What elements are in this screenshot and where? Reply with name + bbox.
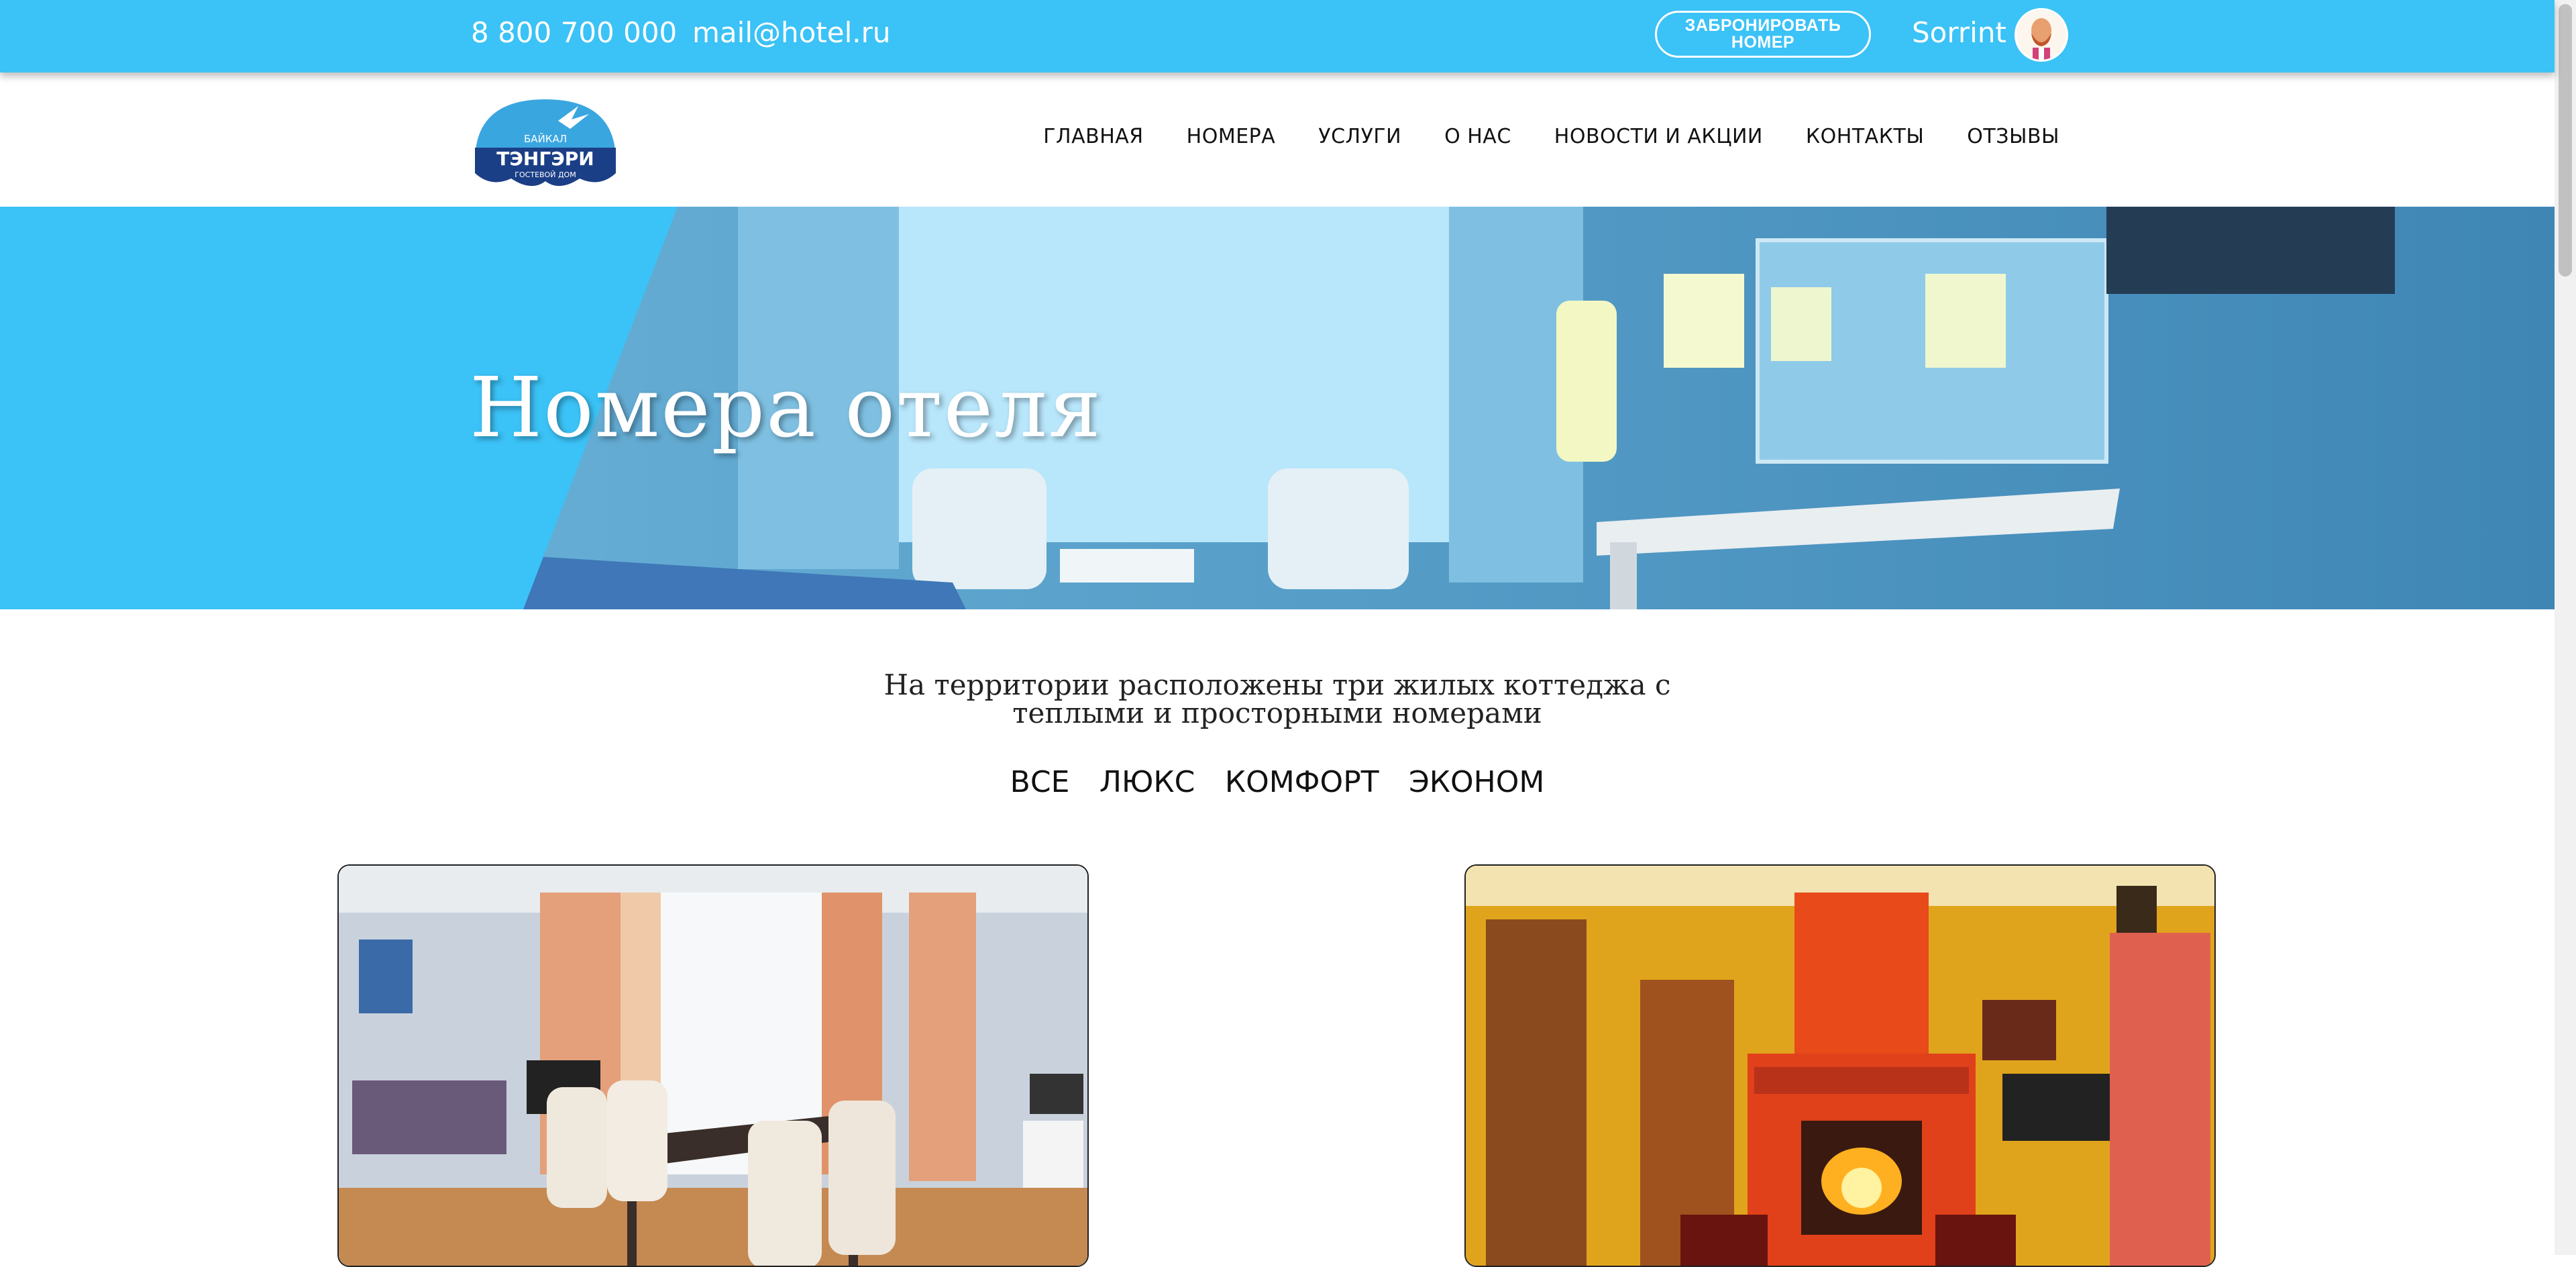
room-card[interactable] xyxy=(337,864,1089,1267)
filter-economy[interactable]: ЭКОНОМ xyxy=(1409,765,1544,799)
nav-item-services[interactable]: УСЛУГИ xyxy=(1318,125,1401,148)
filter-all[interactable]: ВСЕ xyxy=(1010,765,1070,799)
nav-item-rooms[interactable]: НОМЕРА xyxy=(1187,125,1276,148)
filter-comfort[interactable]: КОМФОРТ xyxy=(1225,765,1379,799)
room-photo xyxy=(1466,866,2214,1266)
book-room-button[interactable]: ЗАБРОНИРОВАТЬ НОМЕР xyxy=(1655,11,1871,58)
hero-title: Номера отеля xyxy=(470,360,1102,456)
logo-line3: ГОСТЕВОЙ ДОМ xyxy=(515,170,576,179)
hero-room-image xyxy=(0,207,2555,609)
hotel-logo[interactable]: БАЙКАЛ ТЭНГЭРИ ГОСТЕВОЙ ДОМ xyxy=(471,87,620,195)
logo-line2: ТЭНГЭРИ xyxy=(496,148,594,170)
filter-lux[interactable]: ЛЮКС xyxy=(1099,765,1195,799)
nav-item-reviews[interactable]: ОТЗЫВЫ xyxy=(1967,125,2059,148)
main-navbar: БАЙКАЛ ТЭНГЭРИ ГОСТЕВОЙ ДОМ ГЛАВНАЯ НОМЕ… xyxy=(0,72,2555,207)
room-card[interactable] xyxy=(1464,864,2216,1267)
page-scrollbar[interactable] xyxy=(2555,0,2576,1255)
hero-banner: Номера отеля xyxy=(0,207,2555,609)
nav-item-news[interactable]: НОВОСТИ И АКЦИИ xyxy=(1554,125,1763,148)
phone-link[interactable]: 8 800 700 000 xyxy=(471,16,677,49)
username[interactable]: Sorrint xyxy=(1912,16,2006,49)
top-bar: 8 800 700 000 mail@hotel.ru ЗАБРОНИРОВАТ… xyxy=(0,0,2555,72)
room-photo xyxy=(339,866,1087,1266)
nav-item-about[interactable]: О НАС xyxy=(1444,125,1511,148)
user-avatar-icon xyxy=(2017,10,2066,60)
email-link[interactable]: mail@hotel.ru xyxy=(692,16,891,49)
nav-item-home[interactable]: ГЛАВНАЯ xyxy=(1043,125,1143,148)
nav-item-contacts[interactable]: КОНТАКТЫ xyxy=(1806,125,1924,148)
main-nav: ГЛАВНАЯ НОМЕРА УСЛУГИ О НАС НОВОСТИ И АК… xyxy=(1000,125,2059,148)
intro-text: На территории расположены три жилых котт… xyxy=(883,668,1671,729)
room-filter-tabs: ВСЕ ЛЮКС КОМФОРТ ЭКОНОМ xyxy=(0,765,2555,799)
avatar[interactable] xyxy=(2015,8,2068,62)
scrollbar-thumb[interactable] xyxy=(2559,4,2572,276)
logo-line1: БАЙКАЛ xyxy=(524,132,567,145)
